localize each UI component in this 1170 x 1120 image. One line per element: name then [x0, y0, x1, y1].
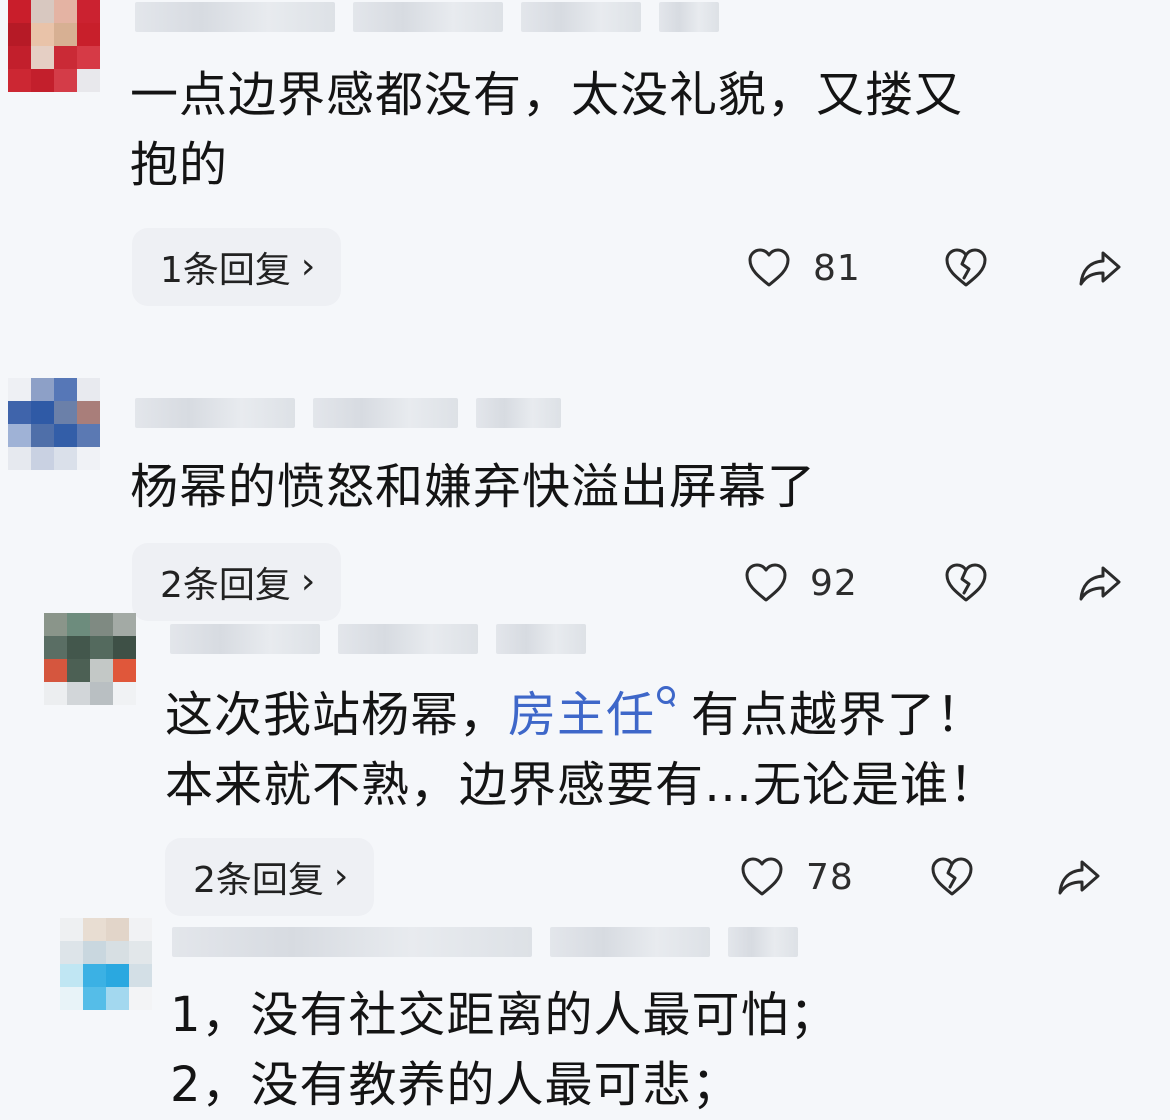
share-arrow-icon[interactable]: [1076, 244, 1124, 292]
reply-count-label: 2条回复: [193, 860, 324, 901]
avatar[interactable]: [8, 378, 100, 470]
avatar[interactable]: [60, 918, 152, 1010]
heart-outline-icon: [741, 857, 783, 896]
chevron-right-icon: ›: [333, 856, 349, 897]
comment-text: 1，没有社交距离的人最可怕； 2，没有教养的人最可悲；: [170, 987, 839, 1113]
reply-count-label: 1条回复: [160, 250, 291, 291]
like-button[interactable]: 81: [745, 238, 861, 298]
broken-heart-icon[interactable]: [928, 853, 976, 901]
chevron-right-icon: ›: [300, 246, 316, 287]
broken-heart-icon[interactable]: [942, 244, 990, 292]
heart-outline-icon: [745, 563, 787, 602]
avatar[interactable]: [44, 613, 136, 705]
search-icon[interactable]: [655, 680, 679, 708]
username-redacted[interactable]: [135, 396, 561, 430]
like-count: 81: [813, 247, 861, 289]
comment-text: 这次我站杨幂，房主任 有点越界了！ 本来就不熟，边界感要有…无论是谁！: [165, 680, 1125, 820]
view-replies-button[interactable]: 1条回复 ›: [132, 228, 342, 306]
username-redacted[interactable]: [135, 0, 719, 34]
share-arrow-icon[interactable]: [1055, 853, 1103, 901]
broken-heart-icon[interactable]: [942, 559, 990, 607]
comment-text-part1: 这次我站杨幂，: [165, 687, 509, 743]
like-count: 78: [806, 856, 854, 898]
reply-count-label: 2条回复: [160, 565, 291, 606]
like-button[interactable]: 92: [742, 553, 858, 613]
view-replies-button[interactable]: 2条回复 ›: [165, 838, 375, 916]
search-link[interactable]: 房主任: [508, 687, 655, 743]
username-redacted[interactable]: [170, 622, 586, 656]
chevron-right-icon: ›: [300, 561, 316, 602]
share-arrow-icon[interactable]: [1076, 559, 1124, 607]
avatar[interactable]: [8, 0, 100, 92]
username-redacted[interactable]: [172, 925, 798, 959]
view-replies-button[interactable]: 2条回复 ›: [132, 543, 342, 621]
comment-text: 杨幂的愤怒和嫌弃快溢出屏幕了: [130, 459, 817, 515]
heart-outline-icon: [748, 248, 790, 287]
like-button[interactable]: 78: [738, 847, 854, 907]
like-count: 92: [810, 562, 858, 604]
comment-text: 一点边界感都没有，太没礼貌，又搂又 抱的: [130, 67, 964, 193]
